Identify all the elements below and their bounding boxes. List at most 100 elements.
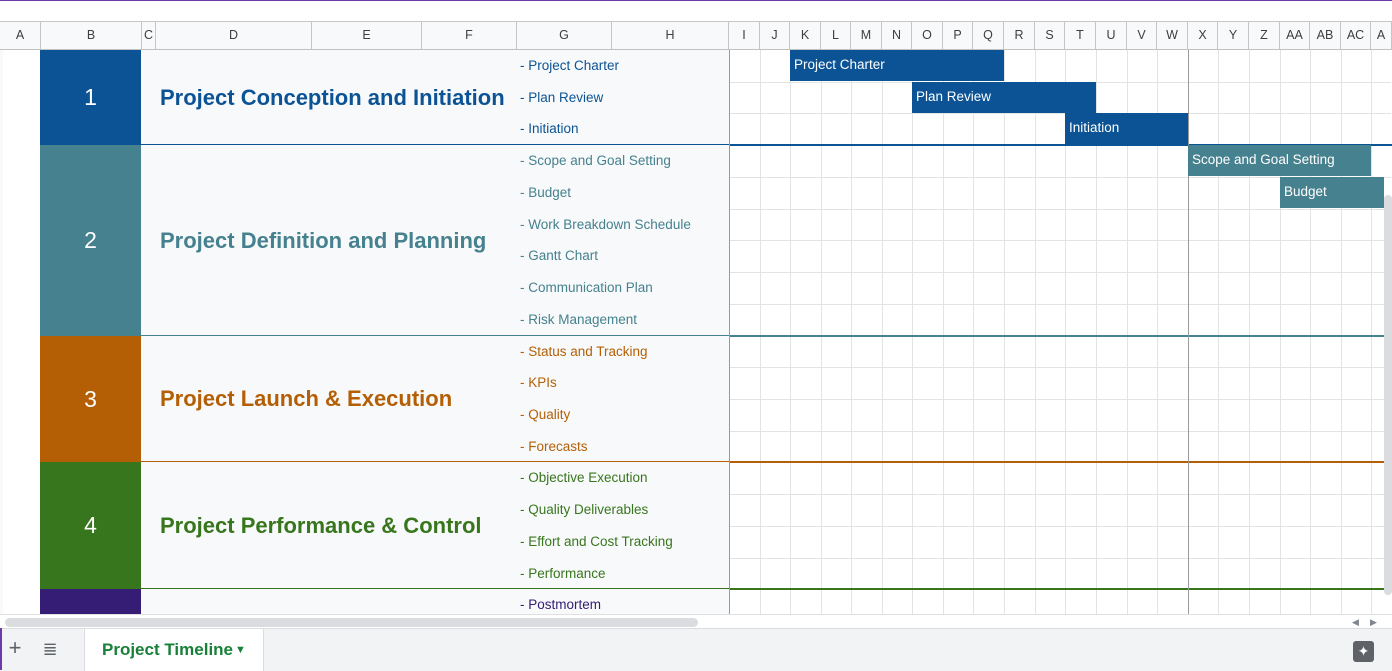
column-header[interactable]: O: [912, 22, 943, 49]
task-item: - Gantt Chart: [520, 248, 599, 263]
sheet-grid: 1 Project Conception and Initiation - Proj…: [3, 50, 1392, 617]
scroll-left-icon[interactable]: ◀: [1352, 615, 1359, 629]
list-icon[interactable]: ≣: [39, 638, 61, 660]
grid-line: [729, 494, 1391, 495]
phase-number: [40, 589, 141, 617]
task-item: - Postmortem: [520, 597, 602, 612]
grid-line: [729, 113, 1391, 114]
column-header[interactable]: X: [1188, 22, 1218, 49]
column-header[interactable]: A: [0, 22, 41, 49]
task-item: - Risk Management: [520, 312, 638, 327]
column-header[interactable]: B: [41, 22, 142, 49]
gantt-bar[interactable]: Project Charter: [790, 50, 1004, 81]
column-header[interactable]: L: [821, 22, 851, 49]
task-item: - Objective Execution: [520, 470, 648, 485]
column-header[interactable]: E: [312, 22, 422, 49]
task-item: - Work Breakdown Schedule: [520, 217, 691, 232]
column-header[interactable]: V: [1127, 22, 1157, 49]
column-header[interactable]: H: [612, 22, 729, 49]
column-header[interactable]: A: [1371, 22, 1392, 49]
sheet-tab[interactable]: Project Timeline ▼: [84, 629, 264, 671]
column-header[interactable]: Z: [1249, 22, 1280, 49]
grid-line: [729, 558, 1391, 559]
task-item: - Status and Tracking: [520, 344, 648, 359]
grid-line: [882, 50, 883, 617]
task-item: - Performance: [520, 566, 606, 581]
grid-line: [729, 240, 1391, 241]
phase-title: Project Conception and Initiation: [160, 84, 505, 110]
column-header[interactable]: M: [851, 22, 882, 49]
gantt-bar[interactable]: Initiation: [1065, 113, 1188, 144]
task-item: - Project Charter: [520, 58, 620, 73]
column-header[interactable]: U: [1096, 22, 1127, 49]
grid-line: [790, 50, 791, 617]
task-item: - KPIs: [520, 375, 557, 390]
explore-icon[interactable]: ✦: [1353, 641, 1374, 662]
column-header[interactable]: T: [1065, 22, 1096, 49]
column-header[interactable]: F: [422, 22, 517, 49]
phase-title: [160, 589, 510, 617]
task-item: - Scope and Goal Setting: [520, 153, 671, 168]
gantt-bar[interactable]: Scope and Goal Setting: [1188, 145, 1371, 176]
grid-line: [729, 304, 1391, 305]
column-header[interactable]: P: [943, 22, 973, 49]
phase-number: 4: [40, 462, 141, 589]
phase-number: 1: [40, 50, 141, 145]
grid-line: [1218, 50, 1219, 617]
horizontal-scrollbar[interactable]: [5, 618, 698, 627]
vertical-scrollbar[interactable]: [1384, 195, 1392, 595]
grid-line: [851, 50, 852, 617]
column-header[interactable]: K: [790, 22, 821, 49]
column-header[interactable]: D: [156, 22, 312, 49]
grid-line: [1341, 50, 1342, 617]
grid-line: [729, 431, 1391, 432]
grid-line: [943, 50, 944, 617]
grid-line: [1249, 50, 1250, 617]
column-header[interactable]: I: [729, 22, 760, 49]
grid-line: [1004, 50, 1005, 617]
task-item: - Effort and Cost Tracking: [520, 534, 673, 549]
column-header[interactable]: AC: [1341, 22, 1371, 49]
phase-title: Project Performance & Control: [160, 512, 482, 538]
column-header[interactable]: C: [142, 22, 156, 49]
column-header[interactable]: N: [882, 22, 912, 49]
column-header[interactable]: G: [517, 22, 612, 49]
column-header[interactable]: W: [1157, 22, 1188, 49]
column-header[interactable]: Q: [973, 22, 1004, 49]
column-header[interactable]: S: [1035, 22, 1065, 49]
grid-line: [1310, 50, 1311, 617]
task-item: - Forecasts: [520, 439, 588, 454]
column-header[interactable]: Y: [1218, 22, 1249, 49]
grid-line: [1280, 50, 1281, 617]
grid-line: [729, 272, 1391, 273]
grid-line: [729, 526, 1391, 527]
column-header[interactable]: AB: [1310, 22, 1341, 49]
phase-number: 2: [40, 145, 141, 336]
caret-down-icon[interactable]: ▼: [235, 629, 246, 671]
horizontal-scroll-area: ◀ ▶: [0, 614, 1392, 629]
scroll-right-icon[interactable]: ▶: [1370, 615, 1377, 629]
column-header[interactable]: J: [760, 22, 790, 49]
task-item: - Communication Plan: [520, 280, 653, 295]
column-header[interactable]: R: [1004, 22, 1035, 49]
window-left-border: [0, 628, 2, 670]
task-item: - Quality: [520, 407, 571, 422]
gantt-bar[interactable]: Budget: [1280, 177, 1384, 208]
grid-line: [973, 50, 974, 617]
column-header[interactable]: AA: [1280, 22, 1310, 49]
task-item: - Initiation: [520, 121, 579, 136]
plus-icon[interactable]: +: [4, 637, 26, 660]
column-divider: [1188, 50, 1189, 617]
grid-line: [821, 50, 822, 617]
grid-line: [912, 50, 913, 617]
grid-line: [729, 399, 1391, 400]
gantt-bar[interactable]: Plan Review: [912, 82, 1096, 113]
formula-bar-strip: [0, 1, 1392, 22]
phase-title: Project Launch & Execution: [160, 386, 453, 411]
grid-line: [729, 209, 1391, 210]
task-item: - Plan Review: [520, 90, 604, 105]
phase-title: Project Definition and Planning: [160, 227, 487, 253]
grid-line: [729, 367, 1391, 368]
phase-number: 3: [40, 336, 141, 462]
task-item: - Budget: [520, 185, 572, 200]
